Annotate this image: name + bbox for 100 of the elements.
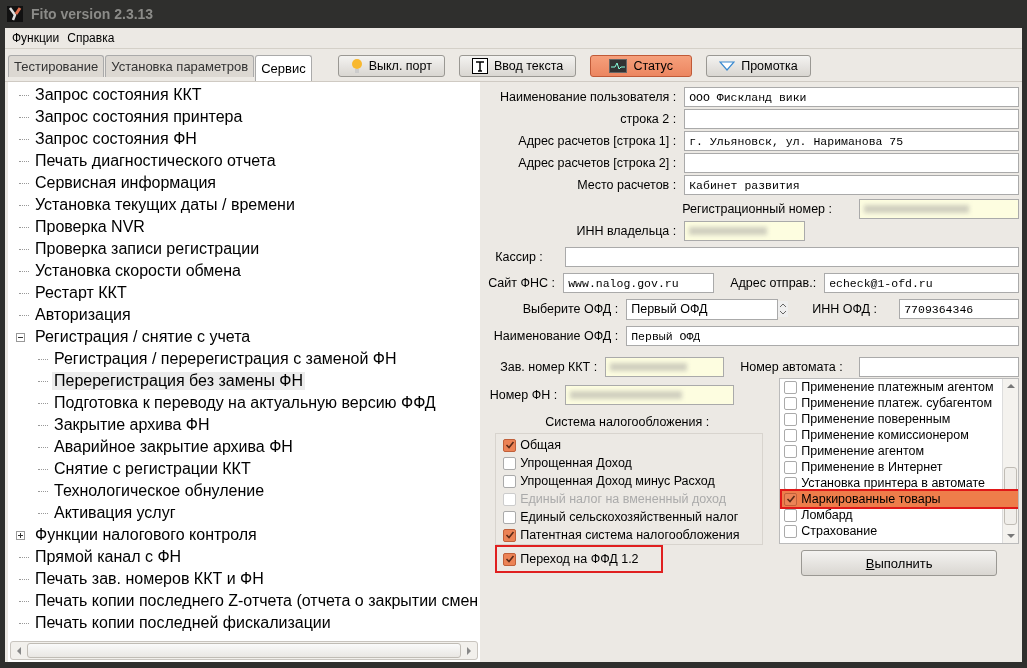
down-triangle-icon	[719, 61, 736, 71]
text-field[interactable]	[684, 109, 1020, 129]
field-label: Место расчетов :	[576, 178, 677, 192]
tree-item[interactable]: Проверка записи регистрации	[33, 240, 262, 258]
tree-item[interactable]: Сервисная информация	[33, 174, 219, 192]
tree-item[interactable]: Аварийное закрытие архива ФН	[52, 438, 295, 456]
option-label: Патентная система налогообложения	[520, 528, 740, 542]
tree-item[interactable]: Технологическое обнуление	[52, 482, 267, 500]
tree-item[interactable]: Активация услуг	[52, 504, 178, 522]
tree-item[interactable]: Регистрация / перерегистрация с заменой ФН	[52, 350, 399, 368]
tree-item[interactable]: Подготовка к переводу на актуальную версию ФФД	[52, 394, 438, 412]
tab[interactable]: Тестирование	[8, 55, 105, 77]
option-label[interactable]: Страхование	[801, 524, 878, 538]
option-label[interactable]: Применение комиссионером	[801, 428, 969, 442]
tree-item[interactable]: Снятие с регистрации ККТ	[52, 460, 253, 478]
field-label: ИНН ОФД :	[812, 302, 877, 316]
tree-item[interactable]: Регистрация / снятие с учета	[33, 328, 253, 346]
field-label: Наименование ОФД :	[492, 329, 619, 343]
horizontal-scrollbar[interactable]	[10, 641, 479, 660]
text-field[interactable]	[565, 247, 1020, 267]
scroll-right-icon[interactable]	[466, 646, 473, 655]
field-label: строка 2 :	[619, 112, 677, 126]
tree-item[interactable]: Запрос состояния ФН	[33, 130, 199, 148]
toolbar-button[interactable]: Выкл. порт	[337, 55, 445, 77]
text-field[interactable]	[684, 153, 1020, 173]
scroll-left-icon[interactable]	[16, 646, 22, 655]
tree-item[interactable]: Печать зав. номеров ККТ и ФН	[33, 570, 266, 588]
checkbox[interactable]	[784, 380, 798, 394]
text-field[interactable]: ООО Фискланд вики	[684, 87, 1020, 107]
checkbox[interactable]	[784, 412, 798, 426]
checkbox[interactable]	[784, 492, 798, 506]
tree-item[interactable]: Установка скорости обмена	[33, 262, 243, 280]
text-field[interactable]: 7709364346	[899, 299, 1020, 319]
scroll-up-icon[interactable]	[1006, 383, 1015, 389]
checkbox[interactable]	[784, 460, 798, 474]
expand-icon[interactable]	[16, 531, 25, 540]
toolbar-button[interactable]: Ввод текста	[458, 55, 577, 77]
tree-item[interactable]: Печать диагностического отчета	[33, 152, 278, 170]
checkbox[interactable]	[503, 456, 517, 470]
checkbox[interactable]	[503, 528, 517, 542]
tree-item[interactable]: Перерегистрация без замены ФН	[52, 372, 306, 390]
text-field[interactable]	[565, 385, 735, 405]
option-label: Упрощенная Доход минус Расход	[520, 474, 715, 488]
option-label[interactable]: Применение платеж. субагентом	[801, 396, 992, 410]
ofd-dropdown[interactable]: Первый ОФД	[626, 298, 779, 320]
option-label: Общая	[520, 438, 562, 452]
field-label: Номер ФН :	[488, 388, 558, 402]
option-label[interactable]: Применение платежным агентом	[801, 380, 994, 394]
tree-item[interactable]: Функции налогового контроля	[33, 526, 259, 544]
tree-item[interactable]: Авторизация	[33, 306, 133, 324]
section-label: Система налогообложения :	[544, 415, 711, 431]
option-label[interactable]: Применение поверенным	[801, 412, 951, 426]
tree-item[interactable]: Запрос состояния ККТ	[33, 86, 204, 104]
checkbox[interactable]	[503, 552, 517, 566]
menu-item[interactable]: Функции	[12, 31, 60, 45]
field-label: ИНН владельца :	[575, 224, 677, 238]
text-field[interactable]	[859, 198, 1020, 219]
field-label: Наименование пользователя :	[498, 90, 677, 104]
text-field[interactable]: Первый ОФД	[626, 326, 1020, 346]
toolbar-button[interactable]: Статус	[590, 55, 693, 77]
tab[interactable]: Установка параметров	[105, 55, 255, 77]
checkbox[interactable]	[784, 476, 798, 490]
checkbox[interactable]	[503, 474, 517, 488]
tree-item[interactable]: Проверка NVR	[33, 218, 147, 236]
toolbar-button[interactable]: Промотка	[706, 55, 811, 77]
field-label: Сайт ФНС :	[488, 276, 556, 290]
menu-item[interactable]: Справка	[67, 31, 115, 45]
option-label[interactable]: Применение агентом	[801, 444, 925, 458]
tree-item[interactable]: Установка текущих даты / времени	[33, 196, 297, 214]
execute-button[interactable]: Выполнить	[801, 550, 998, 576]
text-field[interactable]: Кабинет развития	[684, 175, 1020, 195]
scroll-down-icon[interactable]	[1006, 533, 1015, 539]
checkbox[interactable]	[784, 524, 798, 538]
text-field[interactable]	[605, 357, 725, 377]
text-field[interactable]: г. Ульяновск, ул. Нариманова 75	[684, 131, 1020, 151]
field-label: Адрес отправ.:	[730, 276, 817, 290]
checkbox[interactable]	[503, 510, 517, 524]
field-label: Адрес расчетов [строка 1] :	[517, 134, 677, 148]
text-field[interactable]	[684, 221, 806, 241]
checkbox[interactable]	[784, 444, 798, 458]
tree-item[interactable]: Прямой канал с ФН	[33, 548, 184, 566]
option-label[interactable]: Ломбард	[801, 508, 853, 522]
tree-item[interactable]: Рестарт ККТ	[33, 284, 129, 302]
monitor-icon	[609, 59, 628, 73]
tree-item[interactable]: Закрытие архива ФН	[52, 416, 212, 434]
text-field[interactable]	[859, 357, 1020, 377]
tree-item[interactable]: Печать копии последнего Z-отчета (отчета о закрытии смен	[33, 592, 481, 610]
checkbox[interactable]	[503, 438, 517, 452]
tab[interactable]: Сервис	[255, 55, 312, 81]
text-field[interactable]: echeck@1-ofd.ru	[824, 273, 1020, 293]
text-field[interactable]: www.nalog.gov.ru	[563, 273, 715, 293]
checkbox[interactable]	[784, 428, 798, 442]
field-label: Зав. номер ККТ :	[499, 360, 598, 374]
tree-item[interactable]: Запрос состояния принтера	[33, 108, 245, 126]
tree-item[interactable]: Печать копии последней фискализации	[33, 614, 333, 632]
field-label: Номер автомата :	[740, 360, 843, 374]
option-label[interactable]: Установка принтера в автомате	[801, 476, 986, 490]
collapse-icon[interactable]	[16, 333, 25, 342]
checkbox[interactable]	[784, 396, 798, 410]
option-label[interactable]: Применение в Интернет	[801, 460, 943, 474]
